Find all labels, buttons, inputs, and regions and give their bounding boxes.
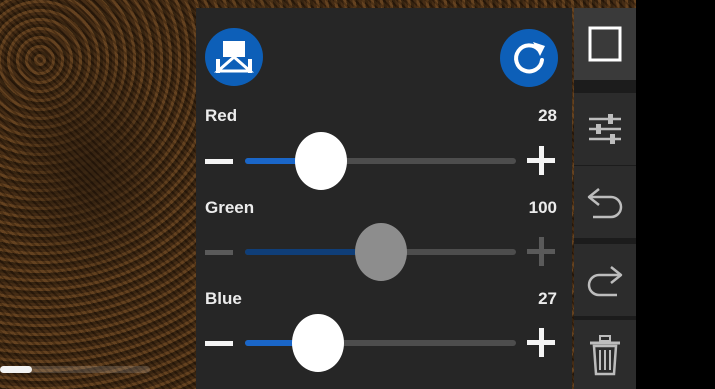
trash-icon bbox=[590, 335, 620, 376]
minus-icon[interactable] bbox=[205, 250, 233, 255]
slider-knob[interactable] bbox=[292, 314, 345, 372]
plus-icon-vertical[interactable] bbox=[539, 328, 544, 357]
progress-bar bbox=[0, 366, 150, 373]
minus-icon[interactable] bbox=[205, 341, 233, 346]
slider-knob[interactable] bbox=[354, 223, 407, 281]
undo-icon bbox=[587, 188, 623, 219]
blue-value: 27 bbox=[538, 289, 557, 308]
square-crop-icon bbox=[588, 26, 622, 62]
reset-refresh-icon bbox=[514, 42, 545, 74]
blue-label: Blue bbox=[205, 289, 242, 308]
red-slider[interactable] bbox=[205, 132, 557, 192]
compare-button[interactable] bbox=[205, 28, 263, 86]
green-label-row: Green 100 bbox=[205, 198, 557, 220]
blue-label-row: Blue 27 bbox=[205, 289, 557, 311]
minus-icon[interactable] bbox=[205, 159, 233, 164]
plus-icon-vertical[interactable] bbox=[539, 237, 544, 266]
plus-icon-vertical[interactable] bbox=[539, 146, 544, 175]
redo-button[interactable] bbox=[574, 244, 636, 316]
blue-slider[interactable] bbox=[205, 314, 557, 374]
right-toolbar bbox=[574, 8, 636, 389]
slider-knob[interactable] bbox=[294, 132, 347, 190]
adjust-tool-button[interactable] bbox=[574, 93, 636, 165]
green-slider[interactable] bbox=[205, 223, 557, 283]
delete-button[interactable] bbox=[574, 320, 636, 389]
crop-tool-button[interactable] bbox=[574, 8, 636, 80]
red-label-row: Red 28 bbox=[205, 106, 557, 128]
progress-fill bbox=[0, 366, 32, 373]
red-label: Red bbox=[205, 106, 238, 125]
undo-button[interactable] bbox=[574, 166, 636, 238]
letterbox-right bbox=[636, 0, 715, 389]
compare-split-icon bbox=[214, 41, 254, 73]
adjust-sliders-icon bbox=[589, 114, 621, 144]
red-value: 28 bbox=[538, 106, 557, 125]
redo-icon bbox=[587, 266, 623, 297]
green-value: 100 bbox=[528, 198, 557, 217]
reset-button[interactable] bbox=[500, 29, 558, 87]
green-label: Green bbox=[205, 198, 255, 217]
color-adjust-panel: Red 28 Green 100 Blue 27 bbox=[196, 8, 572, 389]
